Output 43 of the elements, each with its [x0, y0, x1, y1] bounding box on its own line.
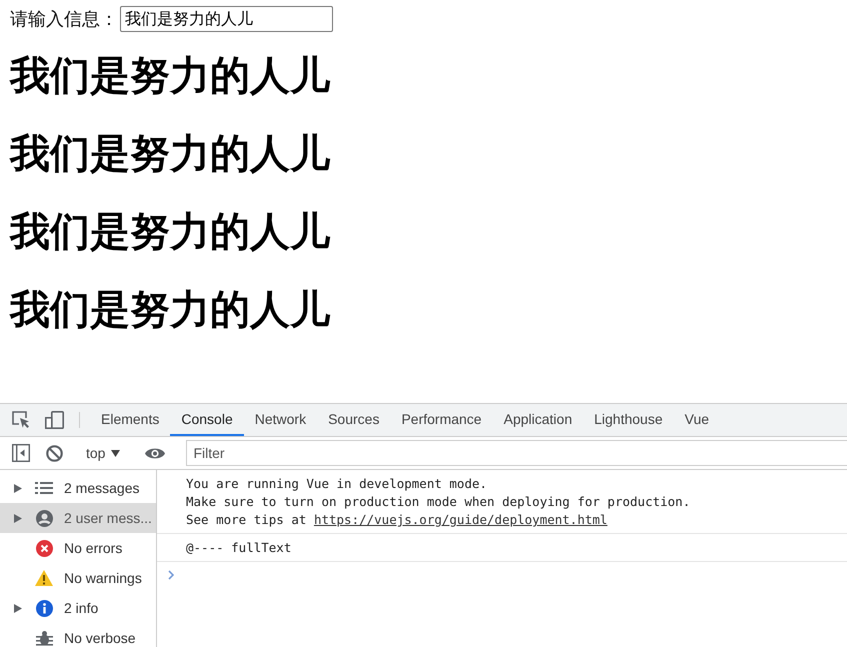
inspect-icon[interactable] — [12, 411, 31, 429]
console-message: See more tips at https://vuejs.org/guide/deployment.html — [186, 511, 608, 529]
expand-arrow-icon[interactable] — [14, 484, 22, 492]
context-dropdown[interactable]: top — [84, 445, 122, 461]
user-icon — [36, 510, 52, 526]
devtools-tab[interactable]: Sources — [317, 404, 390, 436]
input-field[interactable]: 我们是努力的人儿 — [120, 6, 333, 32]
sidebar-toggle-icon[interactable] — [12, 444, 30, 462]
device-icon[interactable] — [45, 411, 64, 429]
error-icon — [36, 540, 52, 556]
link[interactable]: https://vuejs.org/guide/deployment.html — [314, 512, 608, 527]
devtools-tab[interactable]: Console — [170, 404, 244, 436]
devtools-tab[interactable]: Lighthouse — [583, 404, 674, 436]
devtools-tab[interactable]: Performance — [390, 404, 493, 436]
list-icon — [35, 482, 53, 494]
sidebar-item[interactable]: No verbose — [0, 623, 156, 647]
heading-text: 我们是努力的人儿 — [10, 54, 330, 98]
bug-icon — [36, 630, 52, 646]
console-message: Make sure to turn on production mode when deploying for production. — [186, 493, 692, 511]
caret-icon — [111, 450, 120, 456]
sidebar-item[interactable]: 2 messages — [0, 473, 156, 503]
clear-icon[interactable] — [46, 444, 63, 462]
prompt-chevron-icon[interactable] — [168, 570, 174, 580]
devtools-tab[interactable]: Elements — [90, 404, 170, 436]
heading-text: 我们是努力的人儿 — [10, 210, 330, 254]
eye-icon[interactable] — [145, 446, 166, 460]
warning-icon — [35, 570, 53, 586]
devtools-tab[interactable]: Application — [492, 404, 584, 436]
info-icon — [36, 600, 52, 616]
devtools-tab[interactable]: Network — [244, 404, 318, 436]
sidebar-item[interactable]: No warnings — [0, 563, 156, 593]
sidebar-item[interactable]: 2 user mess... — [0, 503, 156, 533]
field-label: 请输入信息： — [10, 8, 118, 31]
expand-arrow-icon[interactable] — [14, 604, 22, 612]
console-message: @---- fullText — [186, 539, 292, 557]
devtools-tab[interactable]: Vue — [674, 404, 720, 436]
sidebar-item[interactable]: 2 info — [0, 593, 156, 623]
filter-field[interactable]: Filter — [186, 440, 847, 466]
expand-arrow-icon[interactable] — [14, 514, 22, 522]
console-message: You are running Vue in development mode. — [186, 475, 488, 493]
heading-text: 我们是努力的人儿 — [10, 288, 330, 332]
sidebar-item[interactable]: No errors — [0, 533, 156, 563]
heading-text: 我们是努力的人儿 — [10, 132, 330, 176]
